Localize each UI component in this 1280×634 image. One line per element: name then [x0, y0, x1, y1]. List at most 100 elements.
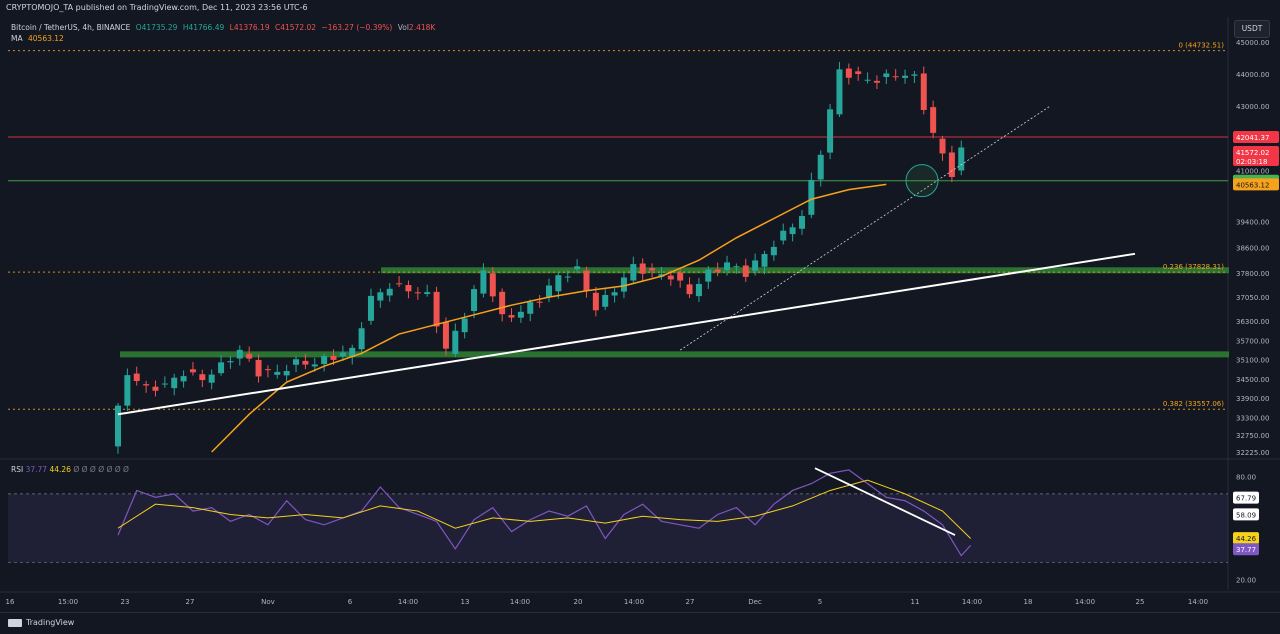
price-axis-tick: 39400.00: [1236, 219, 1269, 227]
candle-body: [677, 272, 684, 281]
tradingview-logo[interactable]: TradingView: [8, 618, 74, 627]
candle-body: [761, 254, 768, 267]
candle-body: [414, 292, 421, 294]
chart-canvas[interactable]: 0 (44732.51) 0.236 (37828.31) 0.382 (33557…: [0, 0, 1280, 612]
price-tag-label: 41572.02: [1236, 149, 1269, 157]
candle-body: [218, 362, 225, 374]
time-axis-tick: 5: [818, 598, 822, 606]
rsi-tag-label: 37.77: [1236, 546, 1256, 554]
zone-1: [120, 351, 1229, 358]
candle-body: [480, 270, 487, 294]
rsi-label: RSI: [11, 465, 24, 474]
candle-body: [742, 265, 749, 277]
candle-body: [396, 283, 403, 285]
price-axis-tick: 38600.00: [1236, 244, 1269, 252]
tradingview-logo-icon: [8, 618, 22, 627]
level-label-2: 0.382 (33557.06): [1163, 400, 1224, 408]
candle-body: [620, 277, 627, 292]
candle-body: [199, 374, 206, 381]
candle-body: [724, 262, 731, 271]
candle-body: [555, 275, 562, 292]
candle-body: [367, 295, 374, 321]
candle-body: [714, 269, 721, 272]
candle-body: [330, 355, 337, 360]
time-axis-tick: 14:00: [624, 598, 644, 606]
candle-body: [630, 264, 637, 281]
time-axis-tick: 16: [6, 598, 15, 606]
candle-body: [564, 276, 571, 278]
candle-body: [508, 315, 515, 318]
time-axis-tick: 6: [348, 598, 353, 606]
time-axis-tick: 11: [911, 598, 920, 606]
candle-body: [124, 375, 131, 406]
candle-body: [649, 268, 656, 271]
candle-body: [592, 292, 599, 311]
candle-body: [405, 285, 412, 292]
candle-body: [911, 74, 918, 76]
candle-body: [864, 79, 871, 81]
candle-body: [639, 263, 646, 274]
candle-body: [705, 269, 712, 282]
candle-body: [611, 292, 618, 296]
candle-body: [293, 359, 300, 365]
time-axis-tick: 14:00: [1075, 598, 1095, 606]
candle-body: [855, 71, 862, 74]
candle-body: [452, 330, 459, 354]
rsi-axis-tick: 20.00: [1236, 577, 1256, 585]
footer-label: TradingView: [26, 618, 75, 627]
candle-body: [883, 73, 890, 77]
price-axis-tick: 33300.00: [1236, 414, 1269, 422]
candle-body: [574, 266, 581, 270]
candle-body: [770, 246, 777, 256]
candle-body: [152, 386, 159, 391]
time-axis-tick: 14:00: [1188, 598, 1208, 606]
price-tag-label: 40563.12: [1236, 181, 1269, 189]
time-axis-tick: Nov: [261, 598, 275, 606]
candle-body: [358, 328, 365, 350]
price-axis-tick: 36300.00: [1236, 318, 1269, 326]
candle-body: [339, 352, 346, 357]
candle-body: [264, 369, 271, 371]
candle-body: [546, 285, 553, 298]
time-axis-tick: 25: [1136, 598, 1145, 606]
candle-body: [948, 152, 955, 177]
candle-body: [461, 318, 468, 333]
candle-body: [161, 383, 168, 385]
price-axis-tick: 35700.00: [1236, 337, 1269, 345]
price-axis-tick: 41000.00: [1236, 167, 1269, 175]
time-axis-tick: 15:00: [58, 598, 78, 606]
rsi-signal-value: 44.26: [49, 465, 71, 474]
candle-body: [527, 302, 534, 314]
candle-body: [433, 291, 440, 327]
candle-body: [733, 266, 740, 268]
candle-body: [536, 301, 543, 303]
candle-body: [499, 291, 506, 315]
candle-body: [208, 374, 215, 383]
candle-body: [171, 377, 178, 389]
rsi-header[interactable]: RSI 37.77 44.26 Ø Ø Ø Ø Ø Ø Ø: [11, 465, 129, 474]
time-axis-tick: 14:00: [398, 598, 418, 606]
candle-body: [471, 289, 478, 312]
candle-body: [902, 75, 909, 78]
candle-body: [311, 364, 318, 367]
candle-body: [283, 371, 290, 376]
candle-body: [583, 270, 590, 291]
rsi-tag-label: 58.09: [1236, 511, 1256, 519]
price-axis-tick: 34500.00: [1236, 376, 1269, 384]
candle-body: [424, 292, 431, 295]
candle-body: [930, 107, 937, 133]
candle-body: [180, 376, 187, 382]
rsi-band: [8, 493, 1228, 563]
candle-body: [817, 154, 824, 180]
ma-line: [211, 183, 887, 453]
candle-body: [377, 292, 384, 301]
candle-body: [255, 359, 262, 377]
candle-body: [386, 288, 393, 296]
candle-body: [321, 356, 328, 365]
time-axis-tick: 13: [461, 598, 470, 606]
candle-body: [836, 69, 843, 115]
price-axis-tick: 32225.00: [1236, 449, 1269, 457]
candle-body: [958, 147, 965, 171]
candle-body: [939, 138, 946, 154]
level-label-1: 0.236 (37828.31): [1163, 263, 1224, 271]
